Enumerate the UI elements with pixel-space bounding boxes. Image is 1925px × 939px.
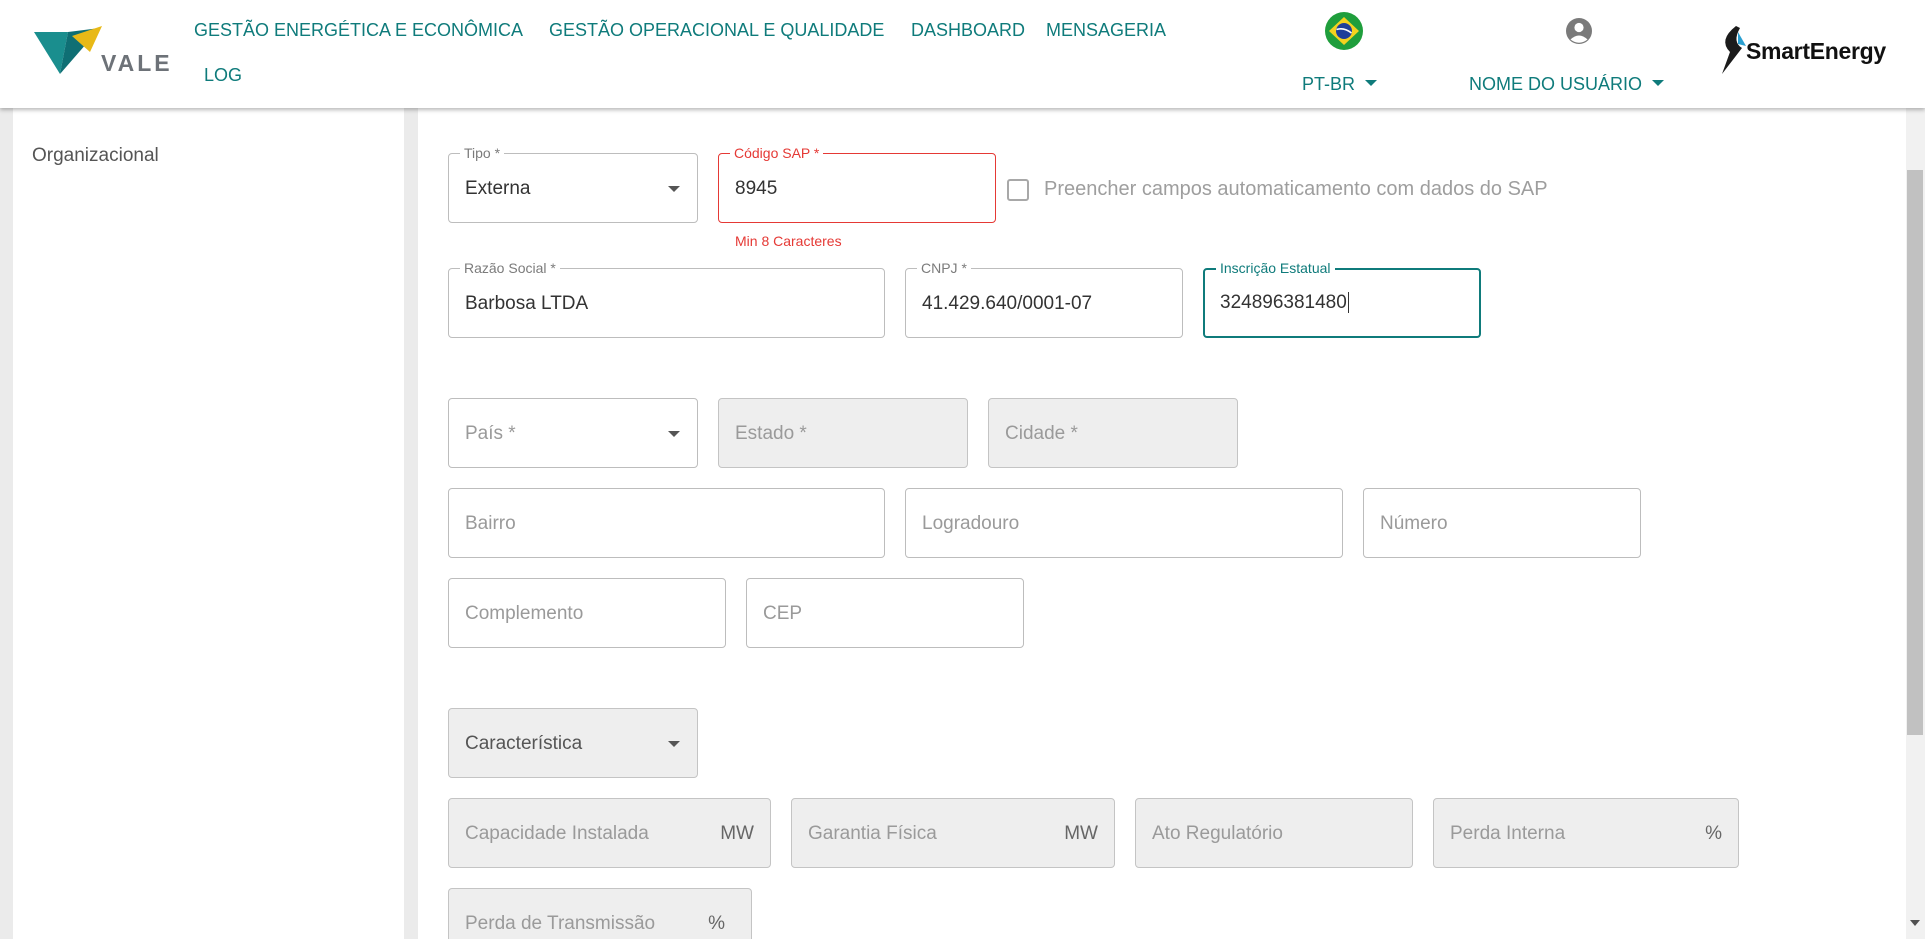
dropdown-arrow-icon: [668, 431, 680, 437]
bairro-placeholder: Bairro: [465, 513, 516, 534]
razao-social-value: Barbosa LTDA: [465, 293, 589, 314]
vale-logo-text: VALE: [101, 50, 173, 76]
language-selector[interactable]: PT-BR: [1302, 74, 1378, 95]
tipo-select[interactable]: Tipo * Externa: [448, 145, 698, 223]
user-name: NOME DO USUÁRIO: [1469, 74, 1643, 94]
inscricao-estadual-label: Inscrição Estatual: [1216, 260, 1335, 276]
codigo-sap-error: Min 8 Caracteres: [735, 233, 842, 249]
bairro-field[interactable]: Bairro: [448, 488, 885, 558]
capacidade-instalada-placeholder: Capacidade Instalada: [465, 823, 649, 844]
scroll-down-arrow-icon[interactable]: [1910, 920, 1920, 926]
chevron-down-icon: [1652, 80, 1665, 87]
cnpj-field[interactable]: CNPJ * 41.429.640/0001-07: [905, 260, 1183, 338]
perda-transmissao-field: Perda de Transmissão %: [448, 888, 752, 939]
garantia-fisica-placeholder: Garantia Física: [808, 823, 937, 844]
caracteristica-placeholder: Característica: [465, 733, 583, 754]
user-menu[interactable]: NOME DO USUÁRIO: [1469, 74, 1665, 95]
sidebar: Organizacional: [13, 108, 404, 939]
smartenergy-logo-text: SmartEnergy: [1746, 38, 1886, 64]
logradouro-placeholder: Logradouro: [922, 513, 1020, 534]
cidade-placeholder: Cidade *: [1005, 423, 1078, 444]
logradouro-field[interactable]: Logradouro: [905, 488, 1343, 558]
inscricao-estadual-value-wrap: 324896381480: [1220, 292, 1349, 314]
garantia-fisica-field: Garantia Física MW: [791, 798, 1115, 868]
cep-placeholder: CEP: [763, 603, 803, 624]
top-header: VALE GESTÃO ENERGÉTICA E ECONÔMICA GESTÃ…: [0, 0, 1925, 108]
inscricao-estadual-value: 324896381480: [1220, 292, 1347, 313]
nav-log[interactable]: LOG: [204, 65, 242, 86]
caracteristica-select: Característica: [448, 708, 698, 778]
numero-field[interactable]: Número: [1363, 488, 1641, 558]
garantia-fisica-unit: MW: [1064, 823, 1098, 844]
tipo-label: Tipo *: [460, 145, 505, 161]
complemento-placeholder: Complemento: [465, 603, 584, 624]
inscricao-estadual-field[interactable]: Inscrição Estatual 324896381480: [1203, 260, 1481, 338]
ato-regulatorio-field: Ato Regulatório: [1135, 798, 1413, 868]
cep-field[interactable]: CEP: [746, 578, 1024, 648]
capacidade-instalada-field: Capacidade Instalada MW: [448, 798, 771, 868]
perda-transmissao-placeholder: Perda de Transmissão: [465, 913, 656, 934]
sidebar-item-organizacional[interactable]: Organizacional: [32, 145, 159, 167]
nav-gestao-operacional[interactable]: GESTÃO OPERACIONAL E QUALIDADE: [549, 20, 884, 41]
razao-social-field[interactable]: Razão Social * Barbosa LTDA: [448, 260, 885, 338]
complemento-field[interactable]: Complemento: [448, 578, 726, 648]
perda-transmissao-unit: %: [708, 913, 725, 934]
cnpj-value: 41.429.640/0001-07: [922, 293, 1093, 314]
estado-field: Estado *: [718, 398, 968, 468]
codigo-sap-field[interactable]: Código SAP * 8945: [718, 145, 996, 223]
perda-interna-field: Perda Interna %: [1433, 798, 1739, 868]
capacidade-instalada-unit: MW: [720, 823, 754, 844]
brazil-flag-icon[interactable]: [1325, 12, 1363, 50]
cidade-field: Cidade *: [988, 398, 1238, 468]
dropdown-arrow-icon: [668, 741, 680, 747]
cnpj-label: CNPJ *: [917, 260, 971, 276]
perda-interna-unit: %: [1705, 823, 1722, 844]
nav-gestao-energetica[interactable]: GESTÃO ENERGÉTICA E ECONÔMICA: [194, 20, 523, 41]
perda-interna-placeholder: Perda Interna: [1450, 823, 1566, 844]
razao-social-label: Razão Social *: [460, 260, 560, 276]
preencher-sap-label[interactable]: Preencher campos automaticamento com dad…: [1044, 178, 1548, 201]
account-circle-icon[interactable]: [1565, 17, 1593, 45]
scrollbar-thumb[interactable]: [1907, 170, 1923, 735]
language-label: PT-BR: [1302, 74, 1356, 94]
preencher-sap-checkbox[interactable]: [1007, 179, 1029, 201]
nav-mensageria[interactable]: MENSAGERIA: [1046, 20, 1166, 41]
text-cursor: [1347, 292, 1349, 314]
ato-regulatorio-placeholder: Ato Regulatório: [1152, 823, 1283, 844]
codigo-sap-value: 8945: [735, 178, 778, 199]
codigo-sap-label: Código SAP *: [730, 145, 824, 161]
pais-placeholder: País *: [465, 423, 516, 444]
numero-placeholder: Número: [1380, 513, 1448, 534]
tipo-value: Externa: [465, 178, 531, 199]
nav-dashboard[interactable]: DASHBOARD: [911, 20, 1025, 41]
estado-placeholder: Estado *: [735, 423, 807, 444]
dropdown-arrow-icon: [668, 186, 680, 192]
chevron-down-icon: [1365, 80, 1378, 87]
pais-select[interactable]: País *: [448, 398, 698, 468]
